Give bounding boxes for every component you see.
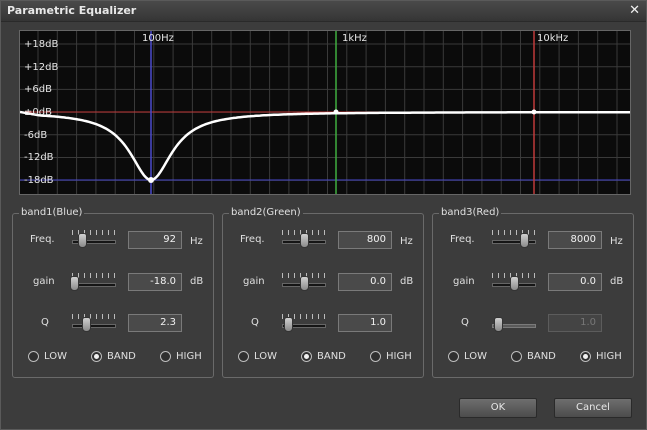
band2-radio-low[interactable]: LOW xyxy=(238,351,277,362)
band2-gain-value[interactable]: 0.0 xyxy=(338,273,392,291)
radio-circle[interactable] xyxy=(511,351,522,362)
radio-label: LOW xyxy=(44,351,67,362)
y-tick-label: -12dB xyxy=(24,152,54,163)
band1-radio-band[interactable]: BAND xyxy=(91,351,136,362)
y-tick-label: +6dB xyxy=(24,84,52,95)
radio-label: LOW xyxy=(464,351,487,362)
radio-circle[interactable] xyxy=(91,351,102,362)
band1-q-value[interactable]: 2.3 xyxy=(128,314,182,332)
title-bar[interactable]: Parametric Equalizer ✕ xyxy=(1,1,646,22)
equalizer-window: Parametric Equalizer ✕ +18dB +12dB +6dB … xyxy=(0,0,647,430)
radio-label: HIGH xyxy=(596,351,622,362)
band2-freq-value[interactable]: 800 xyxy=(338,231,392,249)
gain-unit: dB xyxy=(400,276,414,287)
band1-group: band1(Blue) Freq. 92 Hz gain -18.0 dB Q … xyxy=(12,207,214,378)
frequency-response-graph[interactable]: +18dB +12dB +6dB ±0dB -6dB -12dB -18dB 1… xyxy=(19,30,631,195)
band1-gain-value[interactable]: -18.0 xyxy=(128,273,182,291)
y-tick-label: -18dB xyxy=(24,175,54,186)
radio-circle[interactable] xyxy=(301,351,312,362)
radio-circle[interactable] xyxy=(448,351,459,362)
band3-handle[interactable] xyxy=(531,109,537,115)
freq-unit: Hz xyxy=(190,236,203,247)
band1-q-slider[interactable] xyxy=(72,314,116,332)
y-tick-label: +18dB xyxy=(24,39,59,50)
freq-label: Freq. xyxy=(450,234,475,245)
radio-circle[interactable] xyxy=(28,351,39,362)
gain-label: gain xyxy=(243,276,265,287)
x-tick-label: 1kHz xyxy=(342,33,367,44)
band2-q-slider[interactable] xyxy=(282,314,326,332)
band3-q-slider xyxy=(492,314,536,332)
gain-label: gain xyxy=(33,276,55,287)
x-tick-label: 100Hz xyxy=(142,33,174,44)
band3-freq-slider[interactable] xyxy=(492,230,536,248)
band2-handle[interactable] xyxy=(333,109,339,115)
cancel-button[interactable]: Cancel xyxy=(554,398,632,418)
freq-unit: Hz xyxy=(400,236,413,247)
band3-radio-band[interactable]: BAND xyxy=(511,351,556,362)
close-icon[interactable]: ✕ xyxy=(629,3,640,18)
band1-handle[interactable] xyxy=(148,177,154,183)
band2-q-value[interactable]: 1.0 xyxy=(338,314,392,332)
radio-label: HIGH xyxy=(176,351,202,362)
q-label: Q xyxy=(251,317,259,328)
radio-label: LOW xyxy=(254,351,277,362)
freq-label: Freq. xyxy=(240,234,265,245)
radio-label: BAND xyxy=(527,351,556,362)
y-tick-label: ±0dB xyxy=(24,107,52,118)
freq-unit: Hz xyxy=(610,236,623,247)
gain-label: gain xyxy=(453,276,475,287)
band1-radio-high[interactable]: HIGH xyxy=(160,351,202,362)
band1-title: band1(Blue) xyxy=(19,207,85,218)
q-label: Q xyxy=(461,317,469,328)
band2-group: band2(Green) Freq. 800 Hz gain 0.0 dB Q … xyxy=(222,207,424,378)
radio-circle[interactable] xyxy=(238,351,249,362)
band3-radio-high[interactable]: HIGH xyxy=(580,351,622,362)
ok-button[interactable]: OK xyxy=(459,398,537,418)
band2-freq-slider[interactable] xyxy=(282,230,326,248)
y-tick-label: +12dB xyxy=(24,62,59,73)
band3-radio-low[interactable]: LOW xyxy=(448,351,487,362)
band1-freq-slider[interactable] xyxy=(72,230,116,248)
band2-title: band2(Green) xyxy=(229,207,303,218)
radio-circle[interactable] xyxy=(160,351,171,362)
band2-gain-slider[interactable] xyxy=(282,273,326,291)
radio-label: BAND xyxy=(107,351,136,362)
band3-title: band3(Red) xyxy=(439,207,502,218)
gain-unit: dB xyxy=(610,276,624,287)
y-tick-label: -6dB xyxy=(24,130,48,141)
band2-radio-band[interactable]: BAND xyxy=(301,351,346,362)
band3-gain-value[interactable]: 0.0 xyxy=(548,273,602,291)
radio-circle[interactable] xyxy=(370,351,381,362)
band1-freq-value[interactable]: 92 xyxy=(128,231,182,249)
freq-label: Freq. xyxy=(30,234,55,245)
radio-circle[interactable] xyxy=(580,351,591,362)
band3-gain-slider[interactable] xyxy=(492,273,536,291)
response-plot xyxy=(20,31,630,194)
band2-radio-high[interactable]: HIGH xyxy=(370,351,412,362)
band1-gain-slider[interactable] xyxy=(70,273,116,291)
gain-unit: dB xyxy=(190,276,204,287)
eq-curve xyxy=(20,110,630,182)
band1-radio-low[interactable]: LOW xyxy=(28,351,67,362)
q-label: Q xyxy=(41,317,49,328)
band3-group: band3(Red) Freq. 8000 Hz gain 0.0 dB Q 1… xyxy=(432,207,634,378)
band3-q-value: 1.0 xyxy=(548,314,602,332)
window-title: Parametric Equalizer xyxy=(7,4,137,17)
band3-freq-value[interactable]: 8000 xyxy=(548,231,602,249)
x-tick-label: 10kHz xyxy=(537,33,569,44)
radio-label: HIGH xyxy=(386,351,412,362)
radio-label: BAND xyxy=(317,351,346,362)
